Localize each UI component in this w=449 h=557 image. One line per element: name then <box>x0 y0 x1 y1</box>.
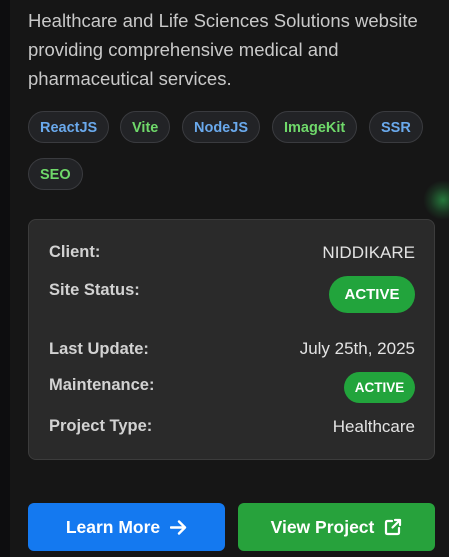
project-card: Healthcare and Life Sciences Solutions w… <box>10 0 449 557</box>
tag-ssr: SSR <box>369 111 423 143</box>
project-description: Healthcare and Life Sciences Solutions w… <box>28 10 418 89</box>
site-status-badge: ACTIVE <box>329 276 415 313</box>
tag-seo: SEO <box>28 158 83 190</box>
project-type-label: Project Type: <box>49 417 153 435</box>
arrow-right-icon <box>170 519 187 535</box>
last-update-value: July 25th, 2025 <box>299 339 415 358</box>
project-type-value: Healthcare <box>332 417 415 436</box>
client-value: NIDDIKARE <box>322 243 415 262</box>
maintenance-label: Maintenance: <box>49 376 155 394</box>
tag-reactjs: ReactJS <box>28 111 110 143</box>
tag-nodejs: NodeJS <box>182 111 260 143</box>
tag-imagekit: ImageKit <box>272 111 358 143</box>
learn-more-label: Learn More <box>65 516 161 537</box>
last-update-label: Last Update: <box>49 340 149 358</box>
project-details-panel: Client: NIDDIKARE Site Status: ACTIVE La… <box>28 219 435 460</box>
tag-vite: Vite <box>120 111 171 143</box>
view-project-label: View Project <box>270 516 375 537</box>
external-link-icon <box>384 518 402 536</box>
green-glow-decoration <box>423 180 449 220</box>
view-project-button[interactable]: View Project <box>238 503 435 551</box>
maintenance-badge: ACTIVE <box>344 372 415 403</box>
page-edge <box>0 0 10 557</box>
client-label: Client: <box>49 243 101 261</box>
learn-more-button[interactable]: Learn More <box>28 503 225 551</box>
site-status-label: Site Status: <box>49 281 140 299</box>
